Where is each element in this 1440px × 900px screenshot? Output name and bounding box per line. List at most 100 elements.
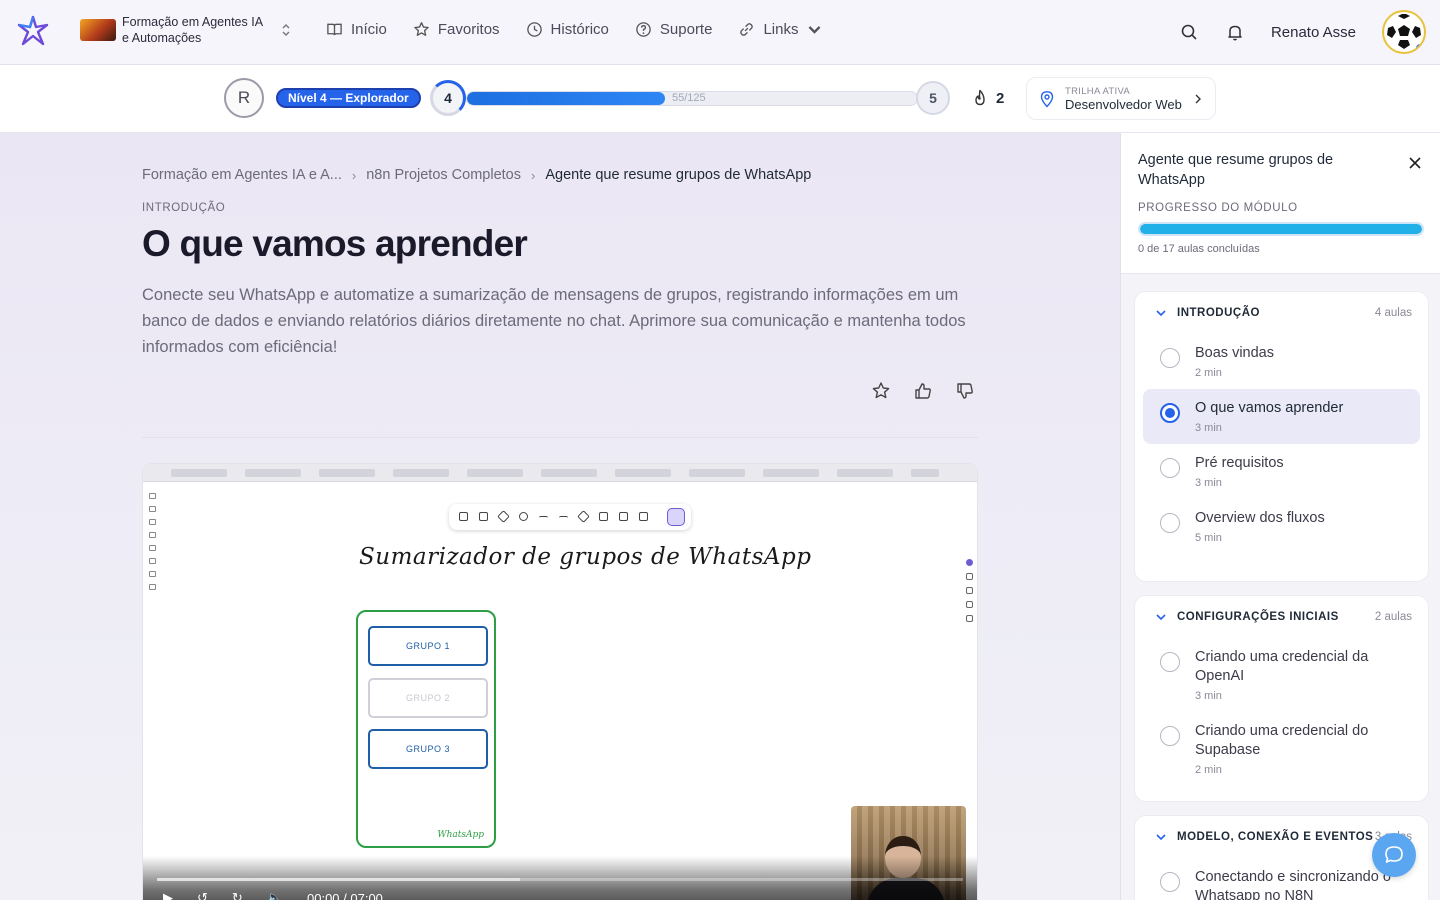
online-status-dot: [1414, 42, 1424, 52]
nav-historico[interactable]: Histórico: [526, 21, 609, 38]
chat-button[interactable]: [1372, 833, 1416, 877]
video-seek-bar[interactable]: [157, 878, 963, 881]
help-icon: [636, 22, 651, 37]
video-group-box: GRUPO 2: [368, 678, 488, 718]
video-left-rail: [145, 486, 159, 606]
streak-count: 2: [996, 89, 1005, 107]
book-icon: [327, 23, 342, 36]
nav-inicio[interactable]: Início: [326, 21, 387, 38]
user-area: Renato Asse: [1179, 10, 1426, 54]
module-progress-count: 0 de 17 aulas concluídas: [1138, 243, 1260, 255]
rewind-icon[interactable]: ↺: [197, 890, 208, 900]
sidebar-title: Agente que resume grupos de WhatsApp: [1138, 152, 1334, 188]
module-header[interactable]: INTRODUÇÃO 4 aulas: [1135, 292, 1428, 334]
search-icon[interactable]: [1179, 22, 1199, 42]
next-level-badge: 5: [916, 81, 950, 115]
chevron-down-icon: [1156, 310, 1166, 317]
lesson-title: Boas vindas: [1195, 345, 1274, 361]
favorite-star-icon[interactable]: [870, 380, 892, 402]
lesson-duration: 3 min: [1195, 422, 1222, 434]
video-board-title: Sumarizador de grupos de WhatsApp: [359, 544, 812, 570]
breadcrumb-lesson: Agente que resume grupos de WhatsApp: [545, 167, 812, 183]
nav-links[interactable]: Links: [738, 21, 823, 38]
lesson-section: INTRODUÇÃO: [142, 202, 226, 214]
module-progress-bar: [1138, 222, 1424, 236]
lesson-item-active[interactable]: O que vamos aprender 3 min: [1143, 389, 1420, 444]
lesson-status-radio[interactable]: [1160, 726, 1180, 746]
streak-counter[interactable]: 2: [960, 80, 1017, 116]
nav-label: Links: [763, 21, 799, 38]
chevron-right-icon: ›: [530, 167, 536, 183]
chevron-down-icon: [1156, 834, 1166, 841]
lesson-status-radio[interactable]: [1160, 458, 1180, 478]
user-name[interactable]: Renato Asse: [1271, 24, 1356, 41]
main-nav: Início Favoritos Histórico Suporte Links: [326, 21, 823, 38]
nav-suporte[interactable]: Suporte: [635, 21, 713, 38]
thumbs-down-icon[interactable]: [954, 380, 976, 402]
video-group-box: GRUPO 3: [368, 729, 488, 769]
lesson-content: Formação em Agentes IA e A... › n8n Proj…: [0, 133, 1120, 900]
lesson-item[interactable]: Pré requisitos 3 min: [1143, 444, 1420, 499]
breadcrumb-module[interactable]: n8n Projetos Completos: [366, 167, 521, 183]
chevron-right-icon: [1195, 94, 1201, 103]
lesson-title: Conectando e sincronizando o Whatsapp no…: [1195, 869, 1391, 900]
lesson-duration: 2 min: [1195, 367, 1222, 379]
bell-icon[interactable]: [1225, 22, 1245, 42]
lesson-title: Criando uma credencial da OpenAI: [1195, 649, 1369, 684]
video-player[interactable]: Sumarizador de grupos de WhatsApp GRUPO …: [142, 463, 978, 900]
lesson-duration: 3 min: [1195, 690, 1222, 702]
active-trail-card[interactable]: TRILHA ATIVA Desenvolvedor Web: [1026, 77, 1216, 120]
video-time: 00:00 / 07:00: [307, 890, 383, 900]
module-card: CONFIGURAÇÕES INICIAIS 2 aulas Criando u…: [1134, 595, 1429, 802]
chat-bubble-icon: [1385, 846, 1403, 863]
lesson-item[interactable]: Boas vindas 2 min: [1143, 334, 1420, 389]
lesson-item[interactable]: Criando uma credencial da OpenAI 3 min: [1143, 638, 1420, 712]
lesson-title: Overview dos fluxos: [1195, 510, 1325, 526]
level-badge[interactable]: Nível 4 — Explorador: [276, 88, 421, 108]
video-controls: ▶ ↺ ↻ 🔈 00:00 / 07:00: [143, 856, 977, 900]
flame-icon: [975, 89, 985, 106]
lesson-item[interactable]: Overview dos fluxos 5 min: [1143, 499, 1420, 554]
lesson-duration: 5 min: [1195, 532, 1222, 544]
video-right-rail: [963, 552, 975, 629]
lesson-status-radio[interactable]: [1160, 403, 1180, 423]
module-header[interactable]: CONFIGURAÇÕES INICIAIS 2 aulas: [1135, 596, 1428, 638]
close-icon[interactable]: [1407, 155, 1423, 171]
lesson-status-radio[interactable]: [1160, 652, 1180, 672]
module-progress-fill: [1140, 224, 1422, 234]
divider: [142, 437, 978, 438]
breadcrumb: Formação em Agentes IA e A... › n8n Proj…: [142, 167, 811, 183]
lesson-title: Criando uma credencial do Supabase: [1195, 723, 1369, 758]
video-phone-diagram: GRUPO 1 GRUPO 2 GRUPO 3 WhatsApp: [356, 610, 496, 848]
xp-progress-fill: [467, 92, 665, 105]
module-lesson-count: 4 aulas: [1374, 307, 1412, 319]
gamification-bar: R Nível 4 — Explorador 4 55/125 5 2 TRIL…: [0, 65, 1440, 133]
lesson-status-radio[interactable]: [1160, 348, 1180, 368]
module-name: INTRODUÇÃO: [1177, 307, 1260, 319]
chevron-down-icon: [1156, 614, 1166, 621]
lesson-status-radio[interactable]: [1160, 872, 1180, 892]
module-name: CONFIGURAÇÕES INICIAIS: [1177, 611, 1339, 623]
logo-icon[interactable]: [16, 14, 50, 48]
lesson-status-radio[interactable]: [1160, 513, 1180, 533]
top-navigation: Formação em Agentes IA e Automações Iníc…: [0, 0, 1440, 65]
clock-icon: [526, 22, 542, 37]
nav-label: Suporte: [659, 21, 713, 38]
volume-icon[interactable]: 🔈: [267, 890, 283, 900]
play-icon[interactable]: ▶: [163, 890, 173, 900]
thumbs-up-icon[interactable]: [912, 380, 934, 402]
forward-icon[interactable]: ↻: [232, 890, 243, 900]
nav-favoritos[interactable]: Favoritos: [413, 21, 500, 38]
avatar[interactable]: [1382, 10, 1426, 54]
lesson-duration: 2 min: [1195, 764, 1222, 776]
lesson-duration: 3 min: [1195, 477, 1222, 489]
star-icon: [414, 22, 429, 36]
chevron-right-icon: ›: [351, 167, 357, 183]
breadcrumb-course[interactable]: Formação em Agentes IA e A...: [142, 167, 342, 183]
course-selector-label: Formação em Agentes IA e Automações: [122, 15, 263, 45]
lesson-title: O que vamos aprender: [1195, 400, 1344, 416]
lesson-item[interactable]: Criando uma credencial do Supabase 2 min: [1143, 712, 1420, 786]
course-selector[interactable]: Formação em Agentes IA e Automações: [80, 14, 292, 46]
user-initial-badge: R: [224, 78, 264, 118]
link-icon: [740, 23, 754, 36]
